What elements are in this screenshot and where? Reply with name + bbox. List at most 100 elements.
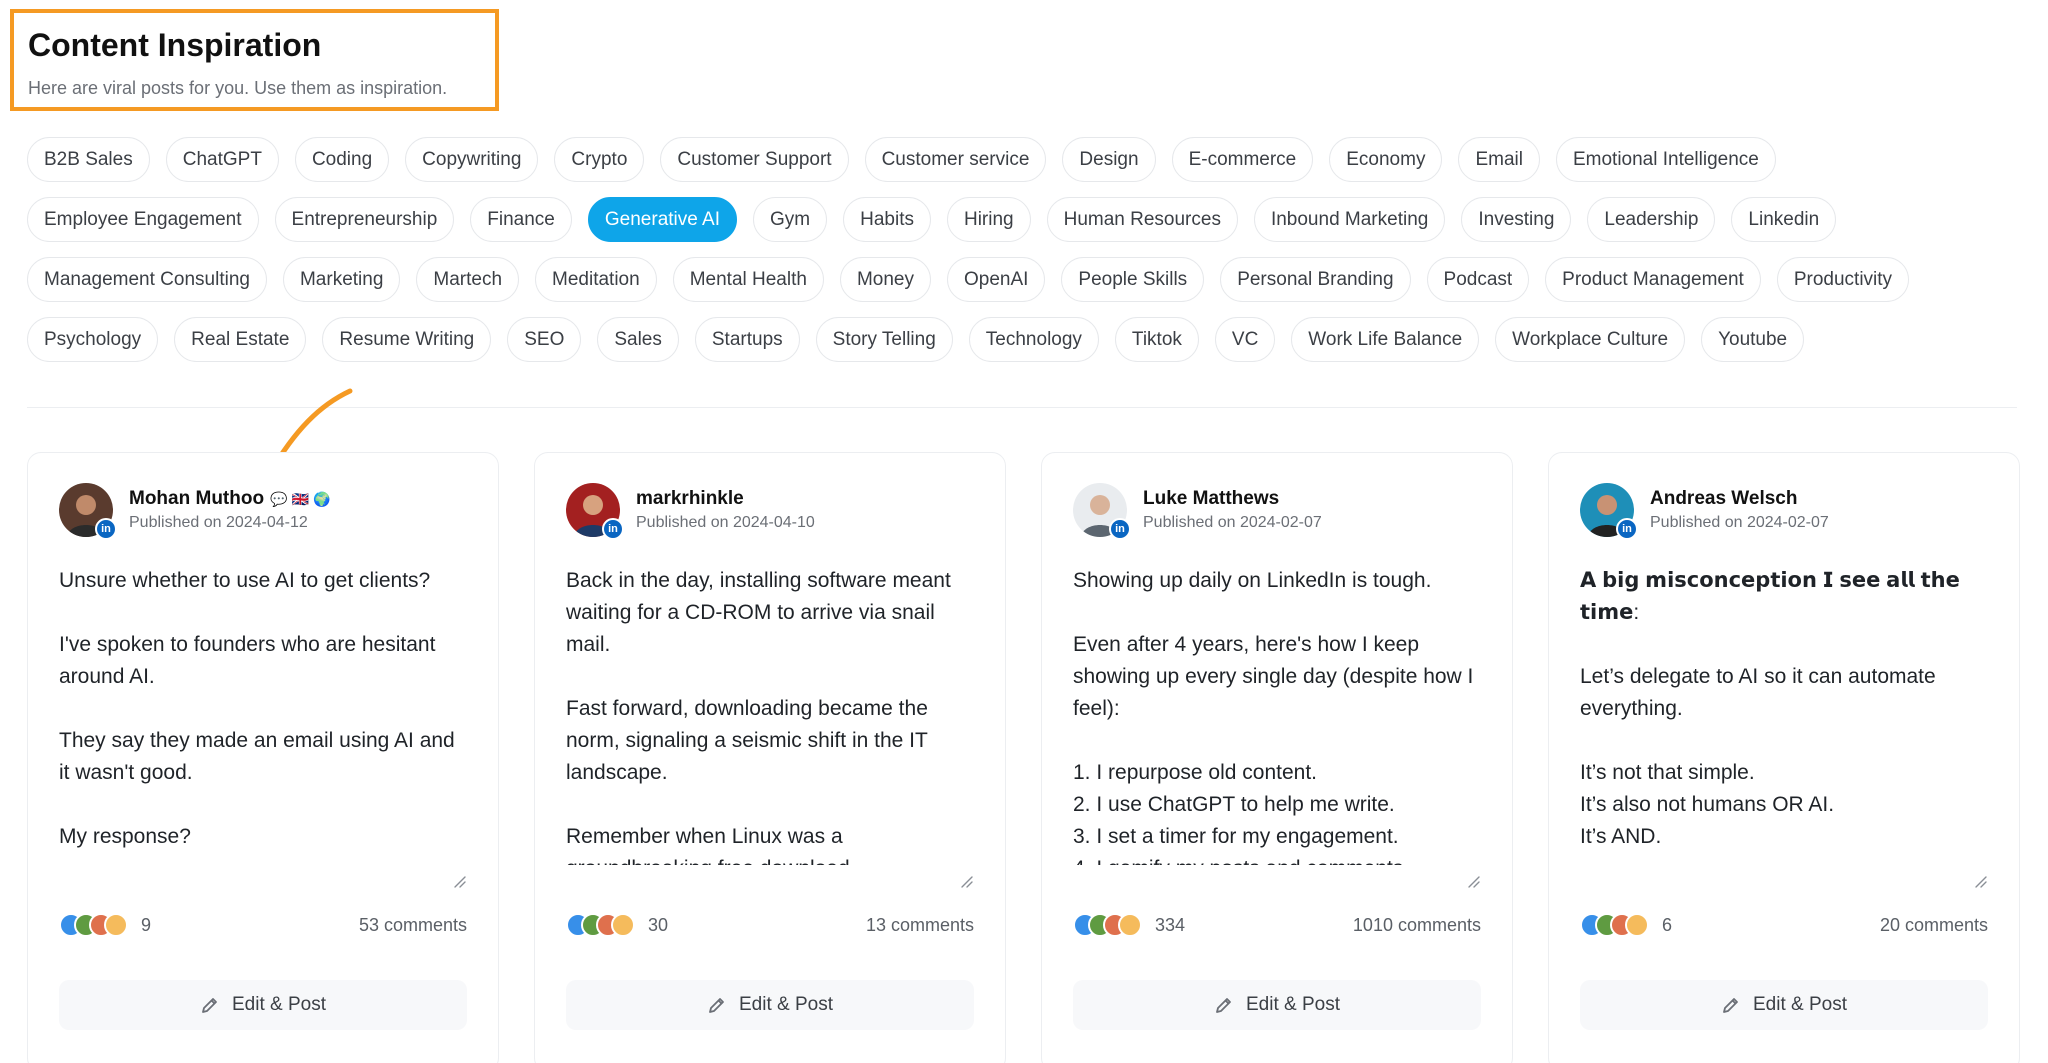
topic-chip-personal-branding[interactable]: Personal Branding	[1220, 257, 1411, 302]
topic-chip-tiktok[interactable]: Tiktok	[1114, 317, 1199, 362]
avatar[interactable]: in	[59, 483, 117, 540]
topic-chip-gym[interactable]: Gym	[753, 197, 828, 242]
author-name[interactable]: markrhinkle	[636, 488, 744, 510]
author-name[interactable]: Luke Matthews	[1143, 488, 1279, 510]
comment-count[interactable]: 1010 comments	[1353, 915, 1481, 936]
edit-and-post-button[interactable]: Edit & Post	[566, 980, 974, 1030]
topic-chip-human-resources[interactable]: Human Resources	[1046, 197, 1238, 242]
topic-chip-money[interactable]: Money	[839, 257, 931, 302]
topic-chip-people-skills[interactable]: People Skills	[1061, 257, 1205, 302]
header-highlight-box: Content Inspiration Here are viral posts…	[10, 9, 499, 111]
post-text[interactable]: Showing up daily on LinkedIn is tough. Ev…	[1073, 565, 1481, 865]
published-date: Published on 2024-04-10	[636, 514, 815, 531]
post-card: in markrhinkle Published on 2024-04-10 B…	[534, 452, 1006, 1063]
topic-chip-workplace-culture[interactable]: Workplace Culture	[1495, 317, 1686, 362]
avatar[interactable]: in	[1580, 483, 1638, 540]
post-text[interactable]: 𝗔 𝗯𝗶𝗴 𝗺𝗶𝘀𝗰𝗼𝗻𝗰𝗲𝗽𝘁𝗶𝗼𝗻 𝗜 𝘀𝗲𝗲 𝗮𝗹𝗹 𝘁𝗵𝗲 𝘁𝗶𝗺𝗲: L…	[1580, 565, 1988, 865]
topic-chip-work-life-balance[interactable]: Work Life Balance	[1291, 317, 1480, 362]
topic-chip-copywriting[interactable]: Copywriting	[405, 137, 539, 182]
edit-and-post-button[interactable]: Edit & Post	[1580, 980, 1988, 1030]
topic-chip-vc[interactable]: VC	[1214, 317, 1276, 362]
post-paragraph: Let’s delegate to AI so it can automate …	[1580, 665, 1936, 720]
topic-chip-b2b-sales[interactable]: B2B Sales	[27, 137, 150, 182]
post-stats: 334 1010 comments	[1073, 913, 1481, 937]
topic-chip-design[interactable]: Design	[1062, 137, 1156, 182]
post-paragraph: It’s not that simple. It’s also not huma…	[1580, 761, 1835, 848]
comment-count[interactable]: 13 comments	[866, 915, 974, 936]
post-text[interactable]: Back in the day, installing software mea…	[566, 565, 974, 865]
avatar[interactable]: in	[1073, 483, 1131, 540]
topic-chip-generative-ai[interactable]: Generative AI	[587, 197, 738, 242]
post-card: in Luke Matthews Published on 2024-02-07…	[1041, 452, 1513, 1063]
topic-chip-story-telling[interactable]: Story Telling	[815, 317, 953, 362]
topic-chip-habits[interactable]: Habits	[843, 197, 931, 242]
topic-chip-seo[interactable]: SEO	[507, 317, 582, 362]
topic-chip-chatgpt[interactable]: ChatGPT	[165, 137, 279, 182]
insightful-reaction-icon	[1625, 913, 1649, 937]
pencil-icon	[709, 998, 724, 1013]
topic-chip-economy[interactable]: Economy	[1329, 137, 1443, 182]
edit-and-post-label: Edit & Post	[232, 994, 326, 1015]
post-paragraph: Even after 4 years, here's how I keep sh…	[1073, 633, 1474, 720]
post-author: in Mohan Muthoo 💬 🇬🇧 🌍 Published on 2024-0…	[59, 483, 467, 540]
topic-chip-hiring[interactable]: Hiring	[946, 197, 1031, 242]
edit-and-post-button[interactable]: Edit & Post	[59, 980, 467, 1030]
topic-chip-meditation[interactable]: Meditation	[535, 257, 657, 302]
resize-handle-icon[interactable]	[1973, 874, 1987, 888]
topic-chip-linkedin[interactable]: Linkedin	[1731, 197, 1837, 242]
topic-chip-openai[interactable]: OpenAI	[946, 257, 1046, 302]
edit-and-post-label: Edit & Post	[1753, 994, 1847, 1015]
topic-chip-productivity[interactable]: Productivity	[1776, 257, 1910, 302]
topic-chip-sales[interactable]: Sales	[597, 317, 679, 362]
author-name[interactable]: Andreas Welsch	[1650, 488, 1797, 510]
topic-chip-customer-support[interactable]: Customer Support	[660, 137, 849, 182]
topic-chip-inbound-marketing[interactable]: Inbound Marketing	[1253, 197, 1446, 242]
topic-chip-employee-engagement[interactable]: Employee Engagement	[27, 197, 259, 242]
topic-chip-mental-health[interactable]: Mental Health	[672, 257, 824, 302]
topic-chip-technology[interactable]: Technology	[968, 317, 1099, 362]
resize-handle-icon[interactable]	[1466, 874, 1480, 888]
topic-chip-youtube[interactable]: Youtube	[1701, 317, 1805, 362]
topic-chip-investing[interactable]: Investing	[1461, 197, 1572, 242]
topic-chip-customer-service[interactable]: Customer service	[864, 137, 1047, 182]
topic-chip-real-estate[interactable]: Real Estate	[174, 317, 307, 362]
topic-chip-emotional-intelligence[interactable]: Emotional Intelligence	[1555, 137, 1776, 182]
topic-chip-marketing[interactable]: Marketing	[282, 257, 401, 302]
topic-chip-product-management[interactable]: Product Management	[1545, 257, 1761, 302]
resize-handle-icon[interactable]	[959, 874, 973, 888]
avatar[interactable]: in	[566, 483, 624, 540]
reactions: 30	[566, 913, 668, 937]
topic-chip-entrepreneurship[interactable]: Entrepreneurship	[274, 197, 455, 242]
topic-chip-resume-writing[interactable]: Resume Writing	[322, 317, 492, 362]
published-date: Published on 2024-02-07	[1650, 514, 1829, 531]
topic-chip-podcast[interactable]: Podcast	[1426, 257, 1530, 302]
edit-and-post-label: Edit & Post	[1246, 994, 1340, 1015]
topic-chip-coding[interactable]: Coding	[294, 137, 390, 182]
comment-count[interactable]: 20 comments	[1880, 915, 1988, 936]
comment-count[interactable]: 53 comments	[359, 915, 467, 936]
reaction-count: 30	[648, 914, 669, 935]
edit-and-post-label: Edit & Post	[739, 994, 833, 1015]
topic-chip-e-commerce[interactable]: E-commerce	[1171, 137, 1314, 182]
pencil-icon	[202, 998, 217, 1013]
topic-chip-crypto[interactable]: Crypto	[554, 137, 645, 182]
author-name[interactable]: Mohan Muthoo	[129, 488, 264, 510]
insightful-reaction-icon	[1118, 913, 1142, 937]
resize-handle-icon[interactable]	[452, 874, 466, 888]
post-paragraph: 𝗔 𝗯𝗶𝗴 𝗺𝗶𝘀𝗰𝗼𝗻𝗰𝗲𝗽𝘁𝗶𝗼𝗻 𝗜 𝘀𝗲𝗲 𝗮𝗹𝗹 𝘁𝗵𝗲 𝘁𝗶𝗺𝗲:	[1580, 569, 1960, 624]
post-paragraph: They say they made an email using AI and…	[59, 729, 455, 784]
post-text[interactable]: Unsure whether to use AI to get clients?…	[59, 565, 467, 865]
linkedin-icon: in	[1616, 518, 1638, 540]
topic-chip-management-consulting[interactable]: Management Consulting	[27, 257, 267, 302]
reaction-icons	[1073, 913, 1143, 937]
post-author: in Andreas Welsch Published on 2024-02-0…	[1580, 483, 1988, 540]
edit-and-post-button[interactable]: Edit & Post	[1073, 980, 1481, 1030]
topic-chip-finance[interactable]: Finance	[470, 197, 572, 242]
topic-chip-leadership[interactable]: Leadership	[1587, 197, 1716, 242]
post-paragraph: Fast forward, downloading became the nor…	[566, 697, 928, 784]
topic-chip-email[interactable]: Email	[1458, 137, 1540, 182]
post-paragraph: Back in the day, installing software mea…	[566, 569, 951, 656]
topic-chip-psychology[interactable]: Psychology	[27, 317, 159, 362]
topic-chip-martech[interactable]: Martech	[416, 257, 520, 302]
topic-chip-startups[interactable]: Startups	[694, 317, 800, 362]
